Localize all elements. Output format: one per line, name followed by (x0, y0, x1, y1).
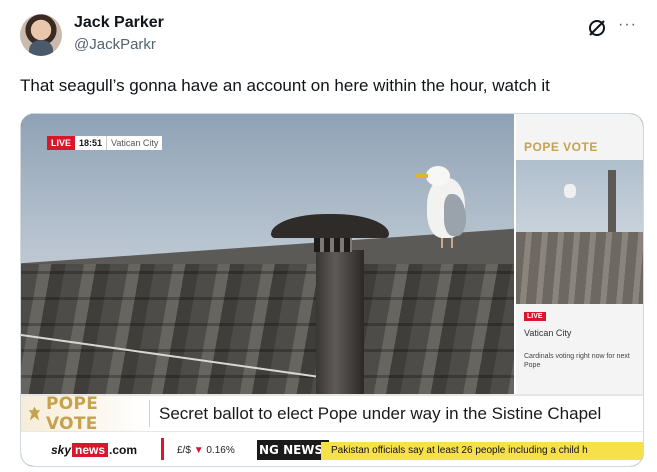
ticker-divider (161, 438, 164, 460)
live-badge-row: LIVE 18:51 Vatican City (47, 136, 163, 150)
side-location: Vatican City (524, 328, 572, 338)
currency-change: 0.16% (206, 445, 235, 456)
lower-third-headline: Secret ballot to elect Pope under way in… (159, 404, 602, 423)
chimney-vent (314, 236, 352, 252)
side-seagull (564, 184, 576, 198)
lower-third-divider (149, 400, 150, 427)
currency-readout: £/$ ▼ 0.16% (177, 445, 235, 456)
location-badge: Vatican City (106, 136, 163, 150)
broadcast-scene: LIVE 18:51 Vatican City (21, 114, 514, 394)
tweet-text: That seagull’s gonna have an account on … (20, 76, 550, 95)
lower-third: POPE VOTE Secret ballot to elect Pope un… (21, 393, 643, 434)
logo-com: .com (109, 443, 138, 457)
ticker-text: Pakistan officials say at least 26 peopl… (321, 442, 643, 460)
media-image[interactable]: LIVE 18:51 Vatican City POPE VOTE LIVE V… (20, 113, 644, 467)
more-horizontal-icon[interactable]: ··· (618, 16, 637, 34)
author-name[interactable]: Jack Parker (74, 14, 164, 32)
papal-crest-icon (28, 406, 41, 421)
seagull-head (426, 166, 450, 186)
live-badge: LIVE (47, 136, 76, 150)
grok-icon[interactable] (587, 18, 607, 38)
side-chimney (608, 170, 616, 232)
roof-shade (21, 264, 514, 394)
chimney-cap (271, 214, 389, 238)
seagull-beak (416, 174, 428, 178)
news-ticker: sky news .com £/$ ▼ 0.16% NG NEWS Pakist… (21, 431, 643, 466)
side-caption: Cardinals voting right now for next Pope (524, 353, 630, 369)
sky-news-logo: sky news .com (51, 443, 137, 457)
logo-news: news (72, 443, 109, 457)
time-badge: 18:51 (75, 136, 107, 150)
lower-third-title: POPE VOTE (45, 393, 99, 434)
side-live-badge: LIVE (524, 312, 546, 321)
breaking-news-label: NG NEWS (257, 440, 330, 460)
side-roof (516, 232, 643, 304)
avatar[interactable] (20, 14, 62, 56)
author-handle[interactable]: @JackParkr (74, 36, 156, 53)
chimney-pipe (316, 250, 364, 394)
lower-third-brand: POPE VOTE (21, 393, 149, 434)
tweet-header: Jack Parker @JackParkr ··· (20, 12, 637, 62)
logo-sky: sky (51, 443, 72, 457)
down-arrow-icon: ▼ (193, 445, 204, 456)
side-panel-title: POPE VOTE (524, 140, 598, 154)
currency-pair: £/$ (177, 445, 191, 456)
side-panel: POPE VOTE LIVE Vatican City Cardinals vo… (514, 114, 643, 394)
side-panel-image (516, 160, 643, 304)
